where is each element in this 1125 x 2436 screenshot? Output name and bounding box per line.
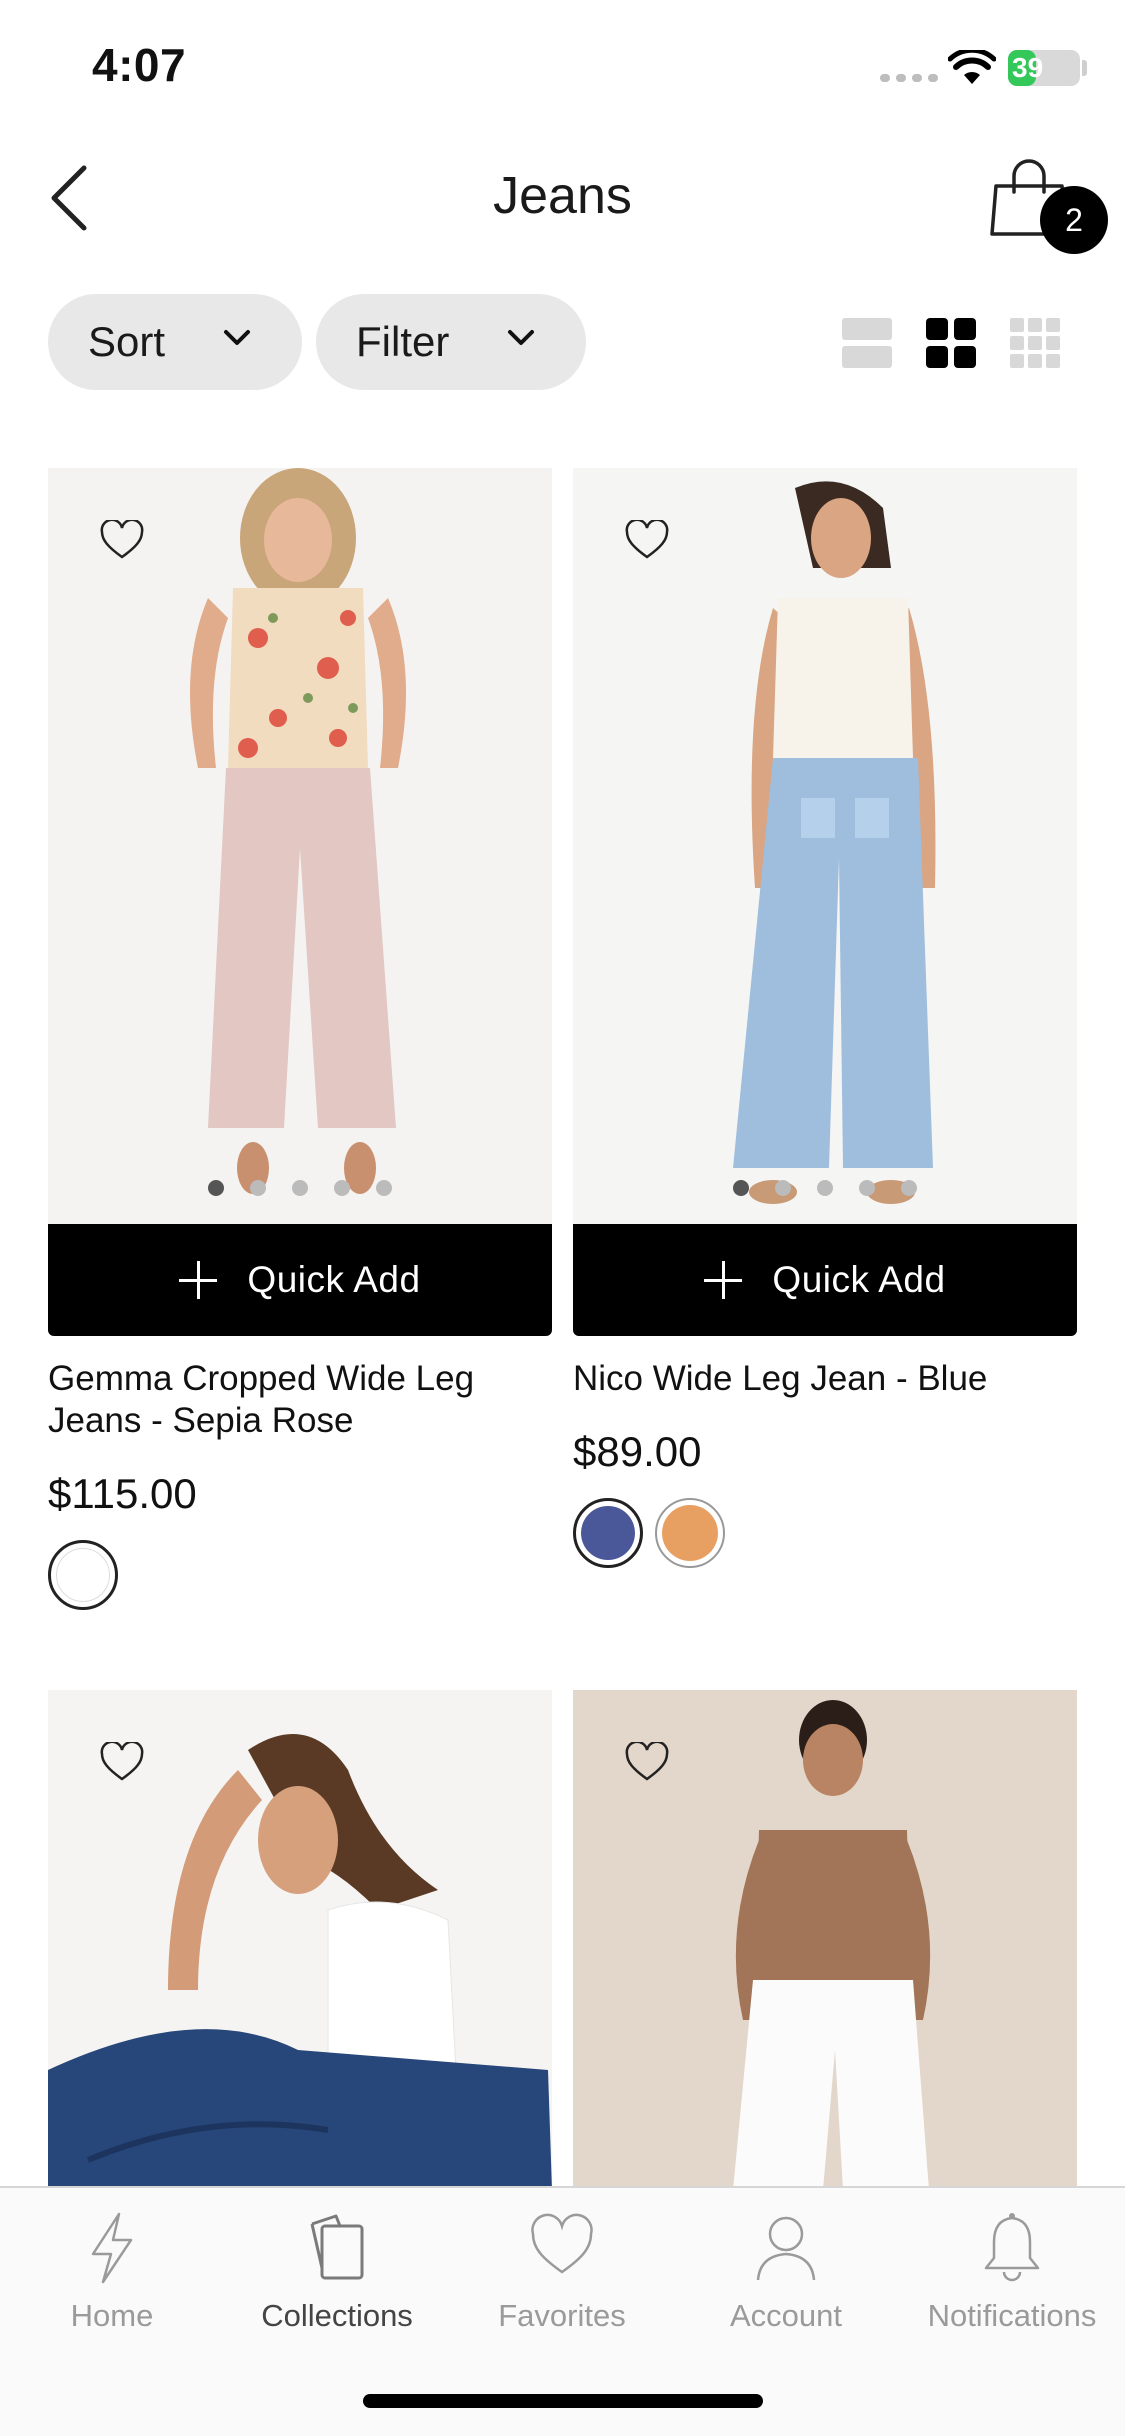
pagination-dot[interactable] — [292, 1180, 308, 1196]
image-pagination-dots — [573, 1180, 1077, 1196]
battery-icon: 39 — [1008, 50, 1080, 86]
pagination-dot[interactable] — [208, 1180, 224, 1196]
tab-label: Collections — [261, 2298, 413, 2333]
pagination-dot[interactable] — [250, 1180, 266, 1196]
pagination-dot[interactable] — [733, 1180, 749, 1196]
pagination-dot[interactable] — [817, 1180, 833, 1196]
chevron-down-icon — [508, 330, 534, 345]
bolt-icon — [91, 2212, 133, 2284]
pagination-dot[interactable] — [334, 1180, 350, 1196]
sort-button[interactable]: Sort — [48, 294, 302, 390]
product-card[interactable]: Quick Add Gemma Cropped Wide Leg Jeans -… — [48, 468, 552, 1628]
status-time: 4:07 — [92, 39, 187, 91]
cellular-signal-icon — [880, 74, 938, 82]
color-swatches — [48, 1540, 118, 1610]
tab-label: Home — [70, 2298, 154, 2333]
product-card[interactable]: Quick Add Nico Wide Leg Jean - Blue $89.… — [573, 468, 1077, 1628]
heart-icon — [531, 2213, 593, 2274]
product-price: $89.00 — [573, 1428, 702, 1475]
bell-icon — [984, 2213, 1040, 2282]
color-swatches — [573, 1498, 725, 1568]
product-image[interactable] — [573, 1690, 1077, 2190]
color-swatch[interactable] — [48, 1540, 118, 1610]
color-swatch[interactable] — [655, 1498, 725, 1568]
heart-icon[interactable] — [100, 520, 144, 560]
product-price: $115.00 — [48, 1470, 197, 1517]
heart-icon[interactable] — [100, 1742, 144, 1782]
chevron-down-icon — [224, 330, 250, 345]
battery-percent: 39 — [1012, 52, 1044, 83]
collections-icon — [310, 2214, 364, 2280]
quick-add-label: Quick Add — [772, 1259, 946, 1300]
user-icon — [756, 2216, 816, 2281]
list-view-icon[interactable] — [840, 316, 894, 370]
pagination-dot[interactable] — [859, 1180, 875, 1196]
tab-account[interactable]: Account — [686, 2212, 886, 2334]
tab-home[interactable]: Home — [12, 2212, 212, 2334]
grid-view-icon[interactable] — [924, 316, 978, 370]
plus-icon — [179, 1261, 218, 1299]
battery-cap — [1082, 60, 1087, 76]
filter-button[interactable]: Filter — [316, 294, 586, 390]
tab-favorites[interactable]: Favorites — [462, 2212, 662, 2334]
filter-label: Filter — [356, 318, 450, 365]
product-card[interactable] — [48, 1690, 552, 2190]
product-name[interactable]: Gemma Cropped Wide Leg Jeans - Sepia Ros… — [48, 1358, 552, 1442]
model-photo — [573, 468, 1077, 1224]
page-title: Jeans — [493, 167, 632, 225]
product-card[interactable] — [573, 1690, 1077, 2190]
color-swatch[interactable] — [573, 1498, 643, 1568]
image-pagination-dots — [48, 1180, 552, 1196]
quick-add-button[interactable]: Quick Add — [48, 1224, 552, 1336]
pagination-dot[interactable] — [901, 1180, 917, 1196]
cart-count-badge: 2 — [1040, 186, 1108, 254]
product-image[interactable] — [48, 468, 552, 1224]
tab-collections[interactable]: Collections — [237, 2212, 437, 2334]
product-name[interactable]: Nico Wide Leg Jean - Blue — [573, 1358, 1077, 1400]
product-image[interactable] — [48, 1690, 552, 2190]
tab-label: Account — [729, 2298, 842, 2333]
tab-label: Favorites — [498, 2298, 626, 2333]
pagination-dot[interactable] — [376, 1180, 392, 1196]
wifi-icon — [948, 50, 996, 84]
home-indicator — [363, 2394, 763, 2408]
pagination-dot[interactable] — [775, 1180, 791, 1196]
sort-label: Sort — [88, 318, 166, 365]
heart-icon[interactable] — [625, 520, 669, 560]
tab-notifications[interactable]: Notifications — [912, 2212, 1112, 2334]
quick-add-label: Quick Add — [247, 1259, 421, 1300]
status-bar: 4:07 39 — [0, 0, 1125, 130]
heart-icon[interactable] — [625, 1742, 669, 1782]
model-photo — [48, 468, 552, 1224]
dense-grid-view-icon[interactable] — [1008, 316, 1062, 370]
tab-label: Notifications — [927, 2298, 1097, 2333]
product-image[interactable] — [573, 468, 1077, 1224]
quick-add-button[interactable]: Quick Add — [573, 1224, 1077, 1336]
plus-icon — [704, 1261, 743, 1299]
